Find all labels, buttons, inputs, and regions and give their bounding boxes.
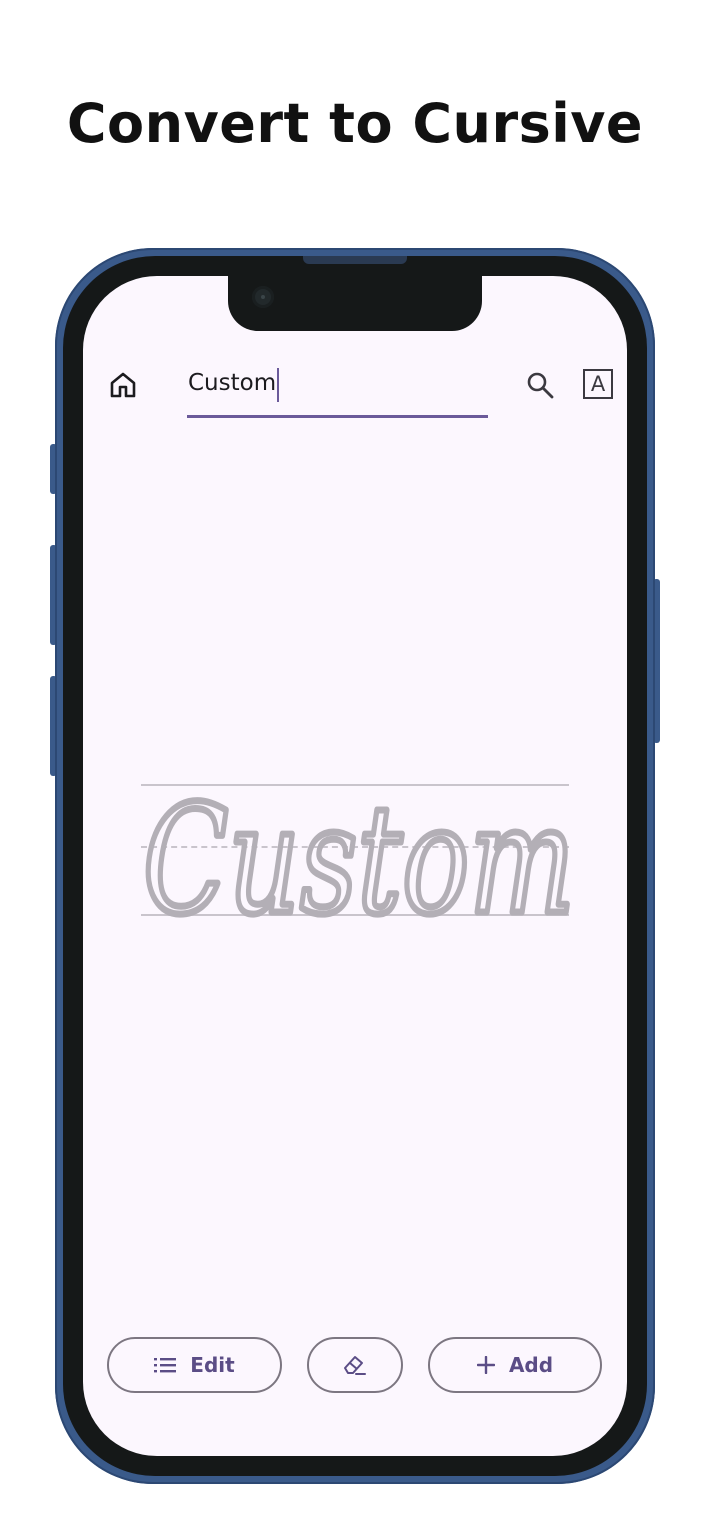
home-icon	[110, 372, 136, 398]
list-icon	[154, 1357, 177, 1373]
search-button[interactable]	[522, 367, 558, 403]
eraser-icon	[342, 1353, 368, 1377]
plus-icon	[476, 1356, 495, 1374]
cursive-word-text: Custom	[143, 774, 575, 930]
add-button[interactable]: Add	[428, 1337, 602, 1393]
front-camera	[252, 286, 274, 308]
edit-button-label: Edit	[190, 1353, 235, 1377]
text-input[interactable]: Custom	[187, 360, 488, 418]
phone-speaker	[303, 256, 407, 264]
search-icon	[527, 372, 554, 399]
edit-button[interactable]: Edit	[107, 1337, 282, 1393]
text-input-value: Custom	[188, 370, 277, 396]
font-style-button[interactable]: A	[583, 369, 613, 399]
text-cursor	[277, 368, 279, 402]
home-button[interactable]	[106, 368, 140, 402]
font-icon: A	[590, 372, 606, 396]
add-button-label: Add	[508, 1353, 554, 1377]
page-title: Convert to Cursive	[66, 92, 644, 155]
cursive-tracing-text: Custom	[141, 771, 579, 931]
erase-button[interactable]	[307, 1337, 403, 1393]
